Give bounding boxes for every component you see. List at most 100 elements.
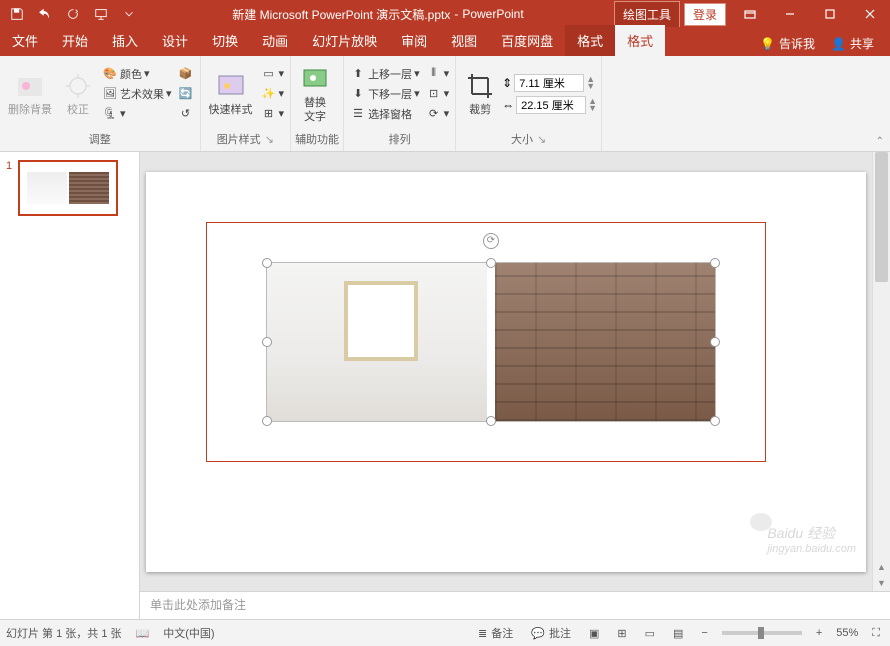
crop-button[interactable]: 裁剪 [460, 68, 500, 119]
zoom-out-button[interactable]: − [697, 625, 711, 641]
dialog-launcher-icon[interactable]: ↘ [265, 133, 274, 146]
height-input[interactable] [514, 74, 584, 92]
notes-toggle-button[interactable]: ≣备注 [474, 623, 517, 643]
change-picture-button[interactable]: 🔄 [176, 85, 196, 103]
login-button[interactable]: 登录 [684, 3, 726, 26]
tab-animations[interactable]: 动画 [250, 25, 300, 56]
resize-handle[interactable] [710, 337, 720, 347]
tab-view[interactable]: 视图 [439, 25, 489, 56]
selected-image-group[interactable]: ⟳ [266, 262, 716, 422]
chevron-down-icon: ▾ [166, 87, 172, 100]
align-button[interactable]: ⫴▾ [424, 65, 452, 83]
zoom-slider-thumb[interactable] [758, 627, 764, 639]
tab-home[interactable]: 开始 [50, 25, 100, 56]
color-button[interactable]: 🎨颜色▾ [100, 65, 174, 83]
picture-effects-button[interactable]: ✨▾ [259, 85, 287, 103]
tab-file[interactable]: 文件 [0, 25, 50, 56]
language-label[interactable]: 中文(中国) [163, 625, 214, 641]
save-button[interactable] [4, 1, 30, 27]
resize-handle[interactable] [710, 416, 720, 426]
slideshow-view-button[interactable]: ▤ [669, 625, 687, 642]
layout-icon: ⊞ [261, 106, 277, 122]
tab-baidu[interactable]: 百度网盘 [489, 25, 565, 56]
compress-reset-row[interactable]: 🗜▾ [100, 105, 174, 123]
selection-pane-button[interactable]: ☰选择窗格 [348, 105, 422, 123]
compress-icon: 📦 [178, 66, 194, 82]
tab-review[interactable]: 审阅 [389, 25, 439, 56]
bring-forward-button[interactable]: ⬆上移一层▾ [348, 65, 422, 83]
zoom-in-button[interactable]: + [812, 625, 826, 641]
share-button[interactable]: 👤共享 [825, 31, 880, 56]
resize-handle[interactable] [262, 416, 272, 426]
chevron-down-icon: ▾ [444, 87, 450, 100]
chevron-down-icon: ▾ [414, 87, 420, 100]
reset-picture-button[interactable]: ↺ [176, 105, 196, 123]
resize-handle[interactable] [262, 258, 272, 268]
maximize-button[interactable] [810, 0, 850, 28]
slide-thumbnail[interactable]: 1 [6, 160, 133, 216]
slide-editor[interactable]: ⟳ Baidu 经验 jingyan.baidu.com [140, 152, 872, 591]
qat-customize-icon[interactable] [116, 1, 142, 27]
vertical-scrollbar[interactable]: ▲ ▼ [872, 152, 890, 591]
picture-layout-button[interactable]: ⊞▾ [259, 105, 287, 123]
minimize-button[interactable] [770, 0, 810, 28]
alt-text-button[interactable]: 替换 文字 [295, 61, 335, 125]
slide-thumbnail-panel[interactable]: 1 [0, 152, 140, 619]
scrollbar-thumb[interactable] [875, 152, 888, 282]
slide[interactable]: ⟳ [146, 172, 866, 572]
resize-handle[interactable] [710, 258, 720, 268]
image-left[interactable] [267, 263, 487, 421]
undo-button[interactable] [32, 1, 58, 27]
redo-button[interactable] [60, 1, 86, 27]
scroll-down-icon[interactable]: ▼ [873, 575, 890, 591]
window-title: 新建 Microsoft PowerPoint 演示文稿.pptx - Powe… [142, 6, 614, 23]
group-icon: ⊡ [426, 86, 442, 102]
width-input[interactable] [516, 96, 586, 114]
close-button[interactable] [850, 0, 890, 28]
group-objects-button[interactable]: ⊡▾ [424, 85, 452, 103]
group-arrange: ⬆上移一层▾ ⬇下移一层▾ ☰选择窗格 ⫴▾ ⊡▾ ⟳▾ 排列 [344, 56, 456, 151]
compress-pictures-button[interactable]: 📦 [176, 65, 196, 83]
resize-handle[interactable] [486, 416, 496, 426]
reset-icon: ↺ [178, 106, 194, 122]
chevron-down-icon: ▾ [144, 67, 150, 80]
zoom-slider[interactable] [722, 631, 802, 635]
quick-styles-button[interactable]: 快速样式 [205, 68, 257, 119]
reading-view-button[interactable]: ▭ [641, 625, 659, 642]
tab-format-ctx[interactable]: 格式 [565, 25, 615, 56]
fit-to-window-button[interactable]: ⛶ [868, 625, 884, 642]
ribbon-display-button[interactable] [730, 0, 770, 28]
slide-sorter-button[interactable]: ⊞ [613, 625, 630, 642]
tab-slideshow[interactable]: 幻灯片放映 [300, 25, 389, 56]
corrections-icon [62, 70, 94, 102]
spellcheck-button[interactable]: 📖 [132, 625, 154, 642]
start-slideshow-button[interactable] [88, 1, 114, 27]
send-backward-button[interactable]: ⬇下移一层▾ [348, 85, 422, 103]
remove-background-button: 删除背景 [4, 68, 56, 119]
tab-format-active[interactable]: 格式 [615, 25, 665, 56]
tab-transitions[interactable]: 切换 [200, 25, 250, 56]
normal-view-button[interactable]: ▣ [585, 625, 603, 642]
notes-icon: ≣ [478, 627, 487, 640]
spinner-icon[interactable]: ▲▼ [588, 98, 597, 111]
ribbon: 删除背景 校正 🎨颜色▾ 🖼艺术效果▾ 🗜▾ 📦 🔄 ↺ 调整 快速样式 [0, 56, 890, 152]
share-icon: 👤 [831, 37, 846, 51]
scroll-up-icon[interactable]: ▲ [873, 559, 890, 575]
collapse-ribbon-button[interactable]: ⌃ [876, 136, 884, 147]
resize-handle[interactable] [486, 258, 496, 268]
tab-design[interactable]: 设计 [150, 25, 200, 56]
zoom-level-label[interactable]: 55% [836, 627, 858, 639]
tell-me-button[interactable]: 💡告诉我 [754, 31, 821, 56]
image-right[interactable] [495, 263, 715, 421]
tab-insert[interactable]: 插入 [100, 25, 150, 56]
resize-handle[interactable] [262, 337, 272, 347]
notes-pane[interactable]: 单击此处添加备注 [140, 591, 890, 619]
color-icon: 🎨 [102, 66, 118, 82]
rotate-handle[interactable]: ⟳ [483, 233, 499, 249]
comments-toggle-button[interactable]: 💬批注 [527, 623, 575, 643]
artistic-effects-button[interactable]: 🖼艺术效果▾ [100, 85, 174, 103]
spinner-icon[interactable]: ▲▼ [586, 76, 595, 89]
dialog-launcher-icon[interactable]: ↘ [537, 133, 546, 146]
picture-border-button[interactable]: ▭▾ [259, 65, 287, 83]
rotate-button[interactable]: ⟳▾ [424, 105, 452, 123]
